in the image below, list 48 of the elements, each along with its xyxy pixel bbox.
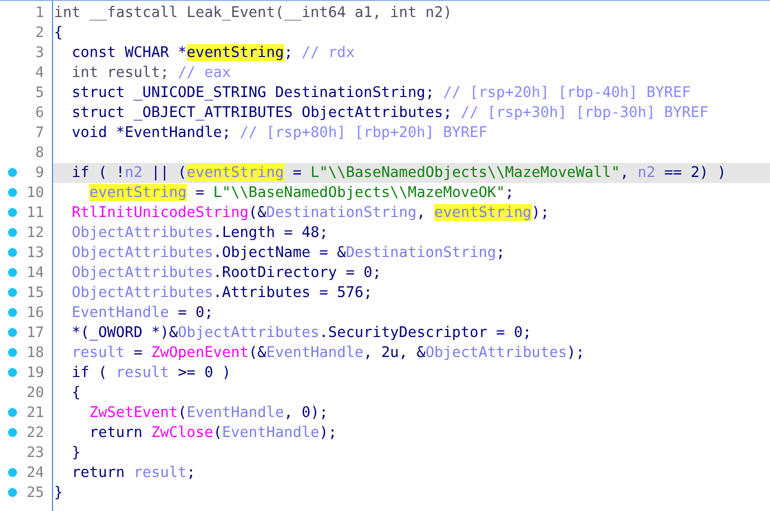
line-number: 16: [26, 304, 44, 323]
code-line: ZwSetEvent(EventHandle, 0);: [88, 403, 330, 423]
code-line: ObjectAttributes.ObjectName = &DestinationString;: [70, 243, 506, 263]
code-line: {: [70, 383, 82, 403]
line-number: 15: [26, 284, 44, 303]
code-line: ObjectAttributes.Attributes = 576;: [70, 283, 374, 303]
line-number: 4: [35, 64, 44, 83]
code-line: if ( result >= 0 ): [70, 363, 232, 383]
code-line: {: [53, 23, 64, 43]
line-number: 6: [35, 104, 44, 123]
code-line: return ZwClose(EventHandle);: [88, 423, 338, 443]
line-number: 7: [35, 124, 44, 143]
code-line: struct _UNICODE_STRING DestinationString; // [rsp+20h] [rbp-40h] BYREF: [70, 83, 692, 103]
line-number: 18: [26, 344, 44, 363]
line-number: 3: [35, 44, 44, 63]
code-line: *(_OWORD *)&ObjectAttributes.SecurityDescriptor = 0;: [70, 323, 533, 343]
line-number: 12: [26, 224, 44, 243]
line-number: 14: [26, 264, 44, 283]
code-line: ObjectAttributes.RootDirectory = 0;: [70, 263, 382, 283]
line-number: 8: [35, 144, 44, 163]
code-line: }: [53, 483, 64, 503]
code-line: EventHandle = 0;: [70, 303, 214, 323]
line-number: 22: [26, 424, 44, 443]
line-number: 10: [26, 184, 44, 203]
code-line: const WCHAR *eventString; // rdx: [70, 43, 356, 63]
code-line: struct _OBJECT_ATTRIBUTES ObjectAttributes; // [rsp+30h] [rbp-30h] BYREF: [70, 103, 710, 123]
code-line: int __fastcall Leak_Event(__int64 a1, int n2): [53, 3, 453, 23]
line-number: 1: [35, 4, 44, 23]
line-number: 20: [26, 384, 44, 403]
line-number: 11: [26, 204, 44, 223]
code-line: eventString = L"\\BaseNamedObjects\\MazeMoveOK";: [88, 183, 515, 203]
line-number: 21: [26, 404, 44, 423]
line-number: 13: [26, 244, 44, 263]
line-number: 9: [35, 164, 44, 183]
line-number: 23: [26, 444, 44, 463]
line-number: 2: [35, 24, 44, 43]
code-line: return result;: [70, 463, 196, 483]
line-number: 19: [26, 364, 44, 383]
code-line: int result; // eax: [70, 63, 232, 83]
line-number: 25: [26, 484, 44, 503]
code-line: RtlInitUnicodeString(&DestinationString, eventString);: [70, 203, 550, 223]
line-number: 5: [35, 84, 44, 103]
code-line: result = ZwOpenEvent(&EventHandle, 2u, &ObjectAttributes);: [70, 343, 586, 363]
line-number: 17: [26, 324, 44, 343]
line-number: 24: [26, 464, 44, 483]
code-line: void *EventHandle; // [rsp+80h] [rbp+20h] BYREF: [70, 123, 488, 143]
code-line: }: [70, 443, 82, 463]
code-line: ObjectAttributes.Length = 48;: [70, 223, 330, 243]
